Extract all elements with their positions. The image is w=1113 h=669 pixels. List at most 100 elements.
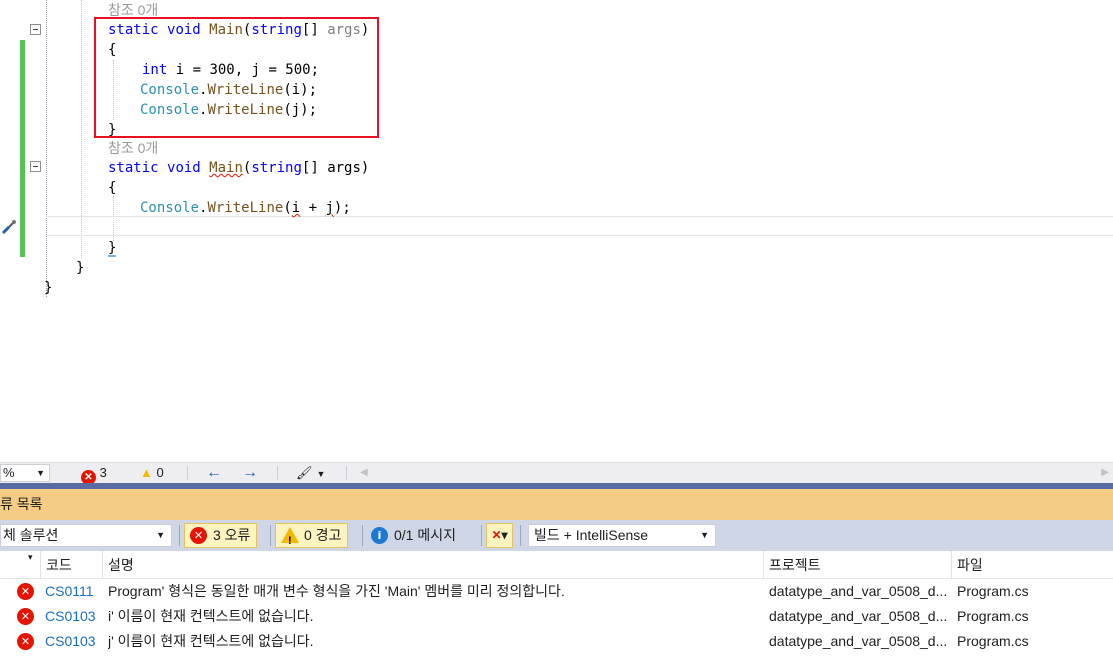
error-file: Program.cs <box>957 583 1029 599</box>
code-token: WriteLine <box>207 200 284 216</box>
error-project: datatype_and_var_0508_d... <box>769 583 948 599</box>
warnings-filter-label: 0 경고 <box>304 527 342 543</box>
code-token: void <box>167 160 201 176</box>
code-line[interactable]: 참조 0개 <box>108 138 158 158</box>
error-description: Program' 형식은 동일한 매개 변수 형식을 가진 'Main' 멤버를… <box>108 583 565 599</box>
messages-filter-label: 0/1 메시지 <box>394 527 456 543</box>
collapse-toggle-icon[interactable] <box>30 24 41 35</box>
error-file: Program.cs <box>957 633 1029 649</box>
code-line[interactable]: Console.WriteLine(i + j); <box>140 198 351 218</box>
divider <box>187 466 188 480</box>
code-line[interactable]: } <box>44 278 52 298</box>
outline-line <box>46 0 47 297</box>
code-token: j <box>325 200 334 216</box>
scope-dropdown[interactable]: 체 솔루션 ▼ <box>0 524 172 547</box>
divider <box>179 525 180 546</box>
scroll-right-icon[interactable]: ▶ <box>1101 466 1109 480</box>
messages-filter-button[interactable]: i 0/1 메시지 <box>365 523 463 548</box>
column-filter-icon[interactable]: ▾ <box>0 551 40 579</box>
error-count-indicator[interactable]: ✕ 3 <box>81 463 107 485</box>
grid-header: ▾ 코드 설명 프로젝트 파일 <box>0 551 1113 579</box>
error-description: i' 이름이 현재 컨텍스트에 없습니다. <box>108 608 314 624</box>
code-token: [] args) <box>301 160 370 176</box>
code-token: string <box>251 160 302 176</box>
scroll-left-icon[interactable]: ◀ <box>360 467 368 478</box>
error-project: datatype_and_var_0508_d... <box>769 633 948 649</box>
filter-funnel-icon[interactable]: ✕▾ <box>486 523 513 548</box>
code-token: } <box>44 280 53 296</box>
warning-triangle-icon <box>281 527 299 553</box>
code-token: } <box>108 240 117 256</box>
horizontal-scrollbar[interactable]: ◀ ▶ <box>360 466 1113 480</box>
code-token: { <box>108 180 117 196</box>
error-row[interactable]: ✕ CS0103 i' 이름이 현재 컨텍스트에 없습니다. datatype_and… <box>0 604 1113 629</box>
divider <box>481 525 482 546</box>
warning-count: 0 <box>156 465 164 480</box>
build-source-value: 빌드 + IntelliSense <box>534 527 649 543</box>
code-line[interactable]: static void Main(string[] args) <box>108 158 369 178</box>
code-token: 참조 0개 <box>108 140 159 156</box>
highlight-box <box>94 17 379 138</box>
nav-forward-arrow-icon[interactable]: → <box>242 463 258 483</box>
code-token: Console <box>140 200 200 216</box>
zoom-combo[interactable]: % ▼ <box>0 464 50 482</box>
error-count: 3 <box>99 465 107 480</box>
chevron-down-icon: ▼ <box>36 468 45 478</box>
error-code-link[interactable]: CS0103 <box>45 604 102 629</box>
divider <box>520 525 521 546</box>
error-list-grid: ▾ 코드 설명 프로젝트 파일 ✕ CS0111 Program' 형식은 동일한 … <box>0 551 1113 669</box>
error-circle-icon: ✕ <box>190 527 207 544</box>
editor-status-strip: % ▼ ✕ 3 ▲ 0 ← → 🖌 ▼ ◀ ▶ <box>0 462 1113 485</box>
warning-count-indicator[interactable]: ▲ 0 <box>140 463 164 483</box>
code-token: static <box>108 160 159 176</box>
chevron-down-icon: ▼ <box>700 530 709 540</box>
divider <box>346 466 347 480</box>
code-token: ); <box>333 200 351 216</box>
error-circle-icon: ✕ <box>17 633 34 650</box>
chevron-down-icon: ▼ <box>156 530 165 540</box>
build-source-dropdown[interactable]: 빌드 + IntelliSense ▼ <box>528 524 716 547</box>
column-header-description[interactable]: 설명 <box>102 551 763 579</box>
code-token: 참조 0개 <box>108 2 159 18</box>
error-list-title: 류 목록 <box>0 496 43 512</box>
error-code-link[interactable]: CS0103 <box>45 629 102 654</box>
errors-filter-label: 3 오류 <box>213 527 251 543</box>
current-line-highlight <box>46 216 1113 236</box>
change-bar <box>20 40 25 140</box>
nav-back-arrow-icon[interactable]: ← <box>206 463 222 483</box>
code-editor[interactable]: 참조 0개 static void Main(string[] args){int… <box>0 0 1113 462</box>
error-circle-icon: ✕ <box>17 583 34 600</box>
column-header-file[interactable]: 파일 <box>951 551 1113 579</box>
info-circle-icon: i <box>371 527 388 544</box>
code-line[interactable]: { <box>108 178 116 198</box>
error-code-link[interactable]: CS0111 <box>45 579 102 604</box>
code-cleanup-brush-icon[interactable]: 🖌 ▼ <box>296 463 325 483</box>
quick-actions-brush-icon[interactable] <box>0 218 18 236</box>
error-description: j' 이름이 현재 컨텍스트에 없습니다. <box>108 633 314 649</box>
column-header-project[interactable]: 프로젝트 <box>763 551 951 579</box>
divider <box>362 525 363 546</box>
divider <box>270 525 271 546</box>
collapse-toggle-icon[interactable] <box>30 161 41 172</box>
column-header-code[interactable]: 코드 <box>40 551 102 579</box>
warning-triangle-icon: ▲ <box>140 465 153 480</box>
code-token: Main <box>209 160 243 176</box>
warnings-filter-button[interactable]: 0 경고 <box>275 523 349 553</box>
zoom-value: % <box>3 465 15 480</box>
code-line[interactable]: } <box>76 258 84 278</box>
error-list-toolbar: 체 솔루션 ▼ ✕ 3 오류 0 경고 i 0/1 메시지 ✕▾ 빌드 + In… <box>0 520 1113 553</box>
errors-filter-button[interactable]: ✕ 3 오류 <box>184 523 258 548</box>
error-project: datatype_and_var_0508_d... <box>769 608 948 624</box>
error-row[interactable]: ✕ CS0111 Program' 형식은 동일한 매개 변수 형식을 가진 'Ma… <box>0 579 1113 604</box>
error-circle-icon: ✕ <box>17 608 34 625</box>
code-token: i <box>291 200 301 216</box>
change-bar <box>20 140 25 257</box>
error-file: Program.cs <box>957 608 1029 624</box>
caret-mark <box>108 255 116 257</box>
error-row[interactable]: ✕ CS0103 j' 이름이 현재 컨텍스트에 없습니다. datatype_and… <box>0 629 1113 654</box>
code-token: + <box>300 200 326 216</box>
error-list-title-bar[interactable]: 류 목록 <box>0 489 1113 520</box>
code-token: } <box>76 260 85 276</box>
